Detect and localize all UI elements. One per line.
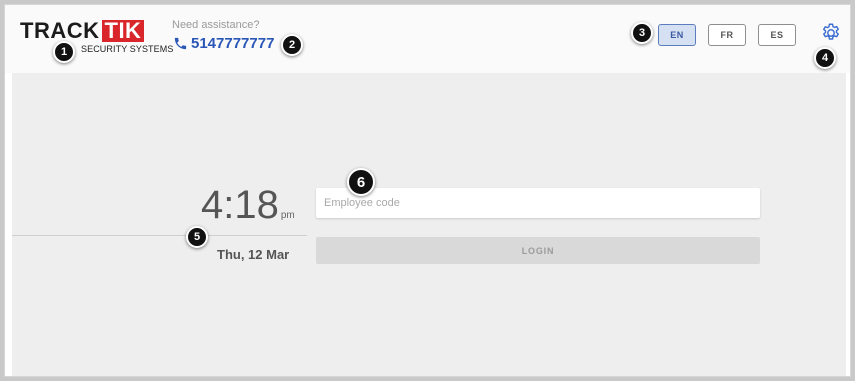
callout-5: 5 bbox=[186, 226, 208, 248]
logo-box: TIK bbox=[101, 20, 145, 42]
callout-2: 2 bbox=[281, 34, 303, 56]
clock: 4:18 pm bbox=[201, 183, 295, 228]
gear-icon[interactable] bbox=[820, 22, 842, 44]
support-phone-link[interactable]: 5147777777 bbox=[173, 35, 274, 52]
app-window: TRACK TIK SECURITY SYSTEMS Need assistan… bbox=[4, 4, 851, 377]
callout-6: 6 bbox=[347, 168, 375, 196]
clock-time: 4:18 bbox=[201, 183, 279, 227]
login-panel: 4:18 pm Thu, 12 Mar LOGIN bbox=[12, 73, 846, 376]
tracktik-logo: TRACK TIK SECURITY SYSTEMS bbox=[20, 18, 173, 58]
logo-word: TRACK bbox=[20, 18, 100, 43]
employee-code-input[interactable] bbox=[316, 188, 760, 218]
header: TRACK TIK SECURITY SYSTEMS Need assistan… bbox=[5, 5, 850, 73]
assistance-label: Need assistance? bbox=[172, 19, 260, 31]
lang-button-es[interactable]: ES bbox=[758, 24, 796, 46]
divider-line bbox=[12, 235, 307, 236]
callout-4: 4 bbox=[814, 47, 836, 69]
lang-button-fr[interactable]: FR bbox=[708, 24, 746, 46]
logo-subtitle: SECURITY SYSTEMS bbox=[81, 44, 174, 54]
lang-button-en[interactable]: EN bbox=[658, 24, 696, 46]
clock-ampm: pm bbox=[280, 210, 295, 221]
phone-icon bbox=[174, 37, 187, 50]
phone-number: 5147777777 bbox=[191, 35, 275, 52]
login-button[interactable]: LOGIN bbox=[316, 237, 760, 264]
callout-1: 1 bbox=[53, 41, 75, 63]
callout-3: 3 bbox=[631, 22, 653, 44]
clock-date: Thu, 12 Mar bbox=[217, 247, 290, 262]
